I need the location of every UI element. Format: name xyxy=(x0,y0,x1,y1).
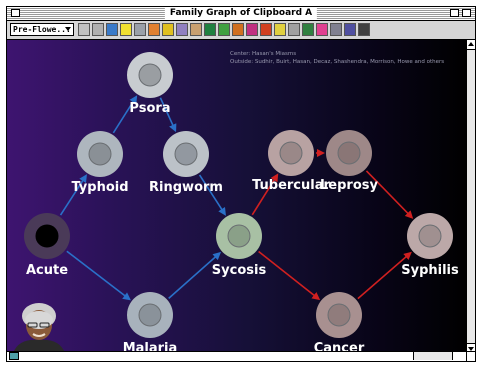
node-label-typhoid: Typhoid xyxy=(71,180,128,195)
hand-tool-icon[interactable] xyxy=(274,23,286,36)
family-graph: Center: Hasan's Miasms Outside: Sudhir, … xyxy=(24,51,459,353)
view-menu[interactable]: Pre-Flowe... xyxy=(10,23,74,36)
grid-tool-icon[interactable] xyxy=(92,23,104,36)
flower2-tool-icon[interactable] xyxy=(246,23,258,36)
node-sycosis[interactable]: Sycosis xyxy=(212,213,267,278)
node-core xyxy=(279,141,303,165)
node-leprosy[interactable]: Leprosy xyxy=(320,130,379,193)
flower-tool-icon[interactable] xyxy=(148,23,160,36)
pot-tool-icon[interactable] xyxy=(232,23,244,36)
cross-tool-icon[interactable] xyxy=(344,23,356,36)
view-menu-label: Pre-Flowe... xyxy=(13,25,71,34)
window-title: Family Graph of Clipboard A xyxy=(164,7,318,20)
scroll-right-icon[interactable] xyxy=(452,352,461,360)
rotate-tool-icon[interactable] xyxy=(176,23,188,36)
node-label-leprosy: Leprosy xyxy=(320,178,378,193)
edge-acute-malaria xyxy=(66,250,131,301)
globe-tool-icon[interactable] xyxy=(106,23,118,36)
title-bar[interactable]: Family Graph of Clipboard A xyxy=(7,7,475,21)
nodes-layer: Psora Typhoid Ringworm TubercularLeprosy Acu… xyxy=(24,52,459,353)
node-core xyxy=(138,303,162,327)
node-syphilis[interactable]: Syphilis xyxy=(401,213,459,278)
graph-window: Family Graph of Clipboard A Pre-Flowe...… xyxy=(6,6,476,362)
node-ringworm[interactable]: Ringworm xyxy=(149,131,223,195)
graph-canvas[interactable]: Center: Hasan's Miasms Outside: Sudhir, … xyxy=(7,40,468,353)
node-malaria[interactable]: Malaria xyxy=(123,292,178,353)
horizontal-scrollbar[interactable] xyxy=(7,351,468,361)
node-label-sycosis: Sycosis xyxy=(212,263,267,278)
edge-sycosis-cancer xyxy=(258,250,321,301)
node-core xyxy=(138,63,162,87)
lines-tool-icon[interactable] xyxy=(330,23,342,36)
toolbar: Pre-Flowe... xyxy=(7,21,475,40)
node-label-ringworm: Ringworm xyxy=(149,180,223,195)
chevron-down-icon xyxy=(65,27,71,31)
node-cancer[interactable]: Cancer xyxy=(314,292,365,353)
zoom-box-icon[interactable] xyxy=(450,9,459,17)
node-core xyxy=(227,224,251,248)
node-core xyxy=(35,224,59,248)
box-tool-icon[interactable] xyxy=(134,23,146,36)
status-icon xyxy=(9,352,19,360)
node-acute[interactable]: Acute xyxy=(24,213,70,278)
back-tool-icon[interactable] xyxy=(288,23,300,36)
star-tool-icon[interactable] xyxy=(162,23,174,36)
node-typhoid[interactable]: Typhoid xyxy=(71,131,129,195)
resize-grip-icon[interactable] xyxy=(466,351,475,361)
node-label-psora: Psora xyxy=(129,101,170,116)
elephant-tool-icon[interactable] xyxy=(302,23,314,36)
node-label-tubercular: Tubercular xyxy=(252,178,330,193)
heart-tool-icon[interactable] xyxy=(316,23,328,36)
node-core xyxy=(337,141,361,165)
node-tubercular[interactable]: Tubercular xyxy=(252,130,330,193)
scroll-up-icon[interactable] xyxy=(467,40,475,50)
node-core xyxy=(174,142,198,166)
bulb-tool-icon[interactable] xyxy=(120,23,132,36)
leaf-tool-icon[interactable] xyxy=(218,23,230,36)
select-tool-icon[interactable] xyxy=(78,23,90,36)
node-label-syphilis: Syphilis xyxy=(401,263,459,278)
figure-tool-icon[interactable] xyxy=(190,23,202,36)
node-psora[interactable]: Psora xyxy=(127,52,173,116)
graph-info-outside: Outside: Sudhir, Buirt, Hasan, Decaz, Sh… xyxy=(230,59,444,65)
tree-tool-icon[interactable] xyxy=(204,23,216,36)
node-core xyxy=(327,303,351,327)
node-core xyxy=(88,142,112,166)
stamp-tool-icon[interactable] xyxy=(260,23,272,36)
vertical-scrollbar[interactable] xyxy=(466,40,475,353)
close-box-icon[interactable] xyxy=(11,9,20,17)
collapse-box-icon[interactable] xyxy=(462,9,471,17)
asterisk-tool-icon[interactable] xyxy=(358,23,370,36)
author-portrait xyxy=(13,303,65,353)
scroll-left-icon[interactable] xyxy=(405,352,414,360)
node-core xyxy=(418,224,442,248)
graph-info-center: Center: Hasan's Miasms xyxy=(230,51,296,57)
node-label-acute: Acute xyxy=(26,263,68,278)
